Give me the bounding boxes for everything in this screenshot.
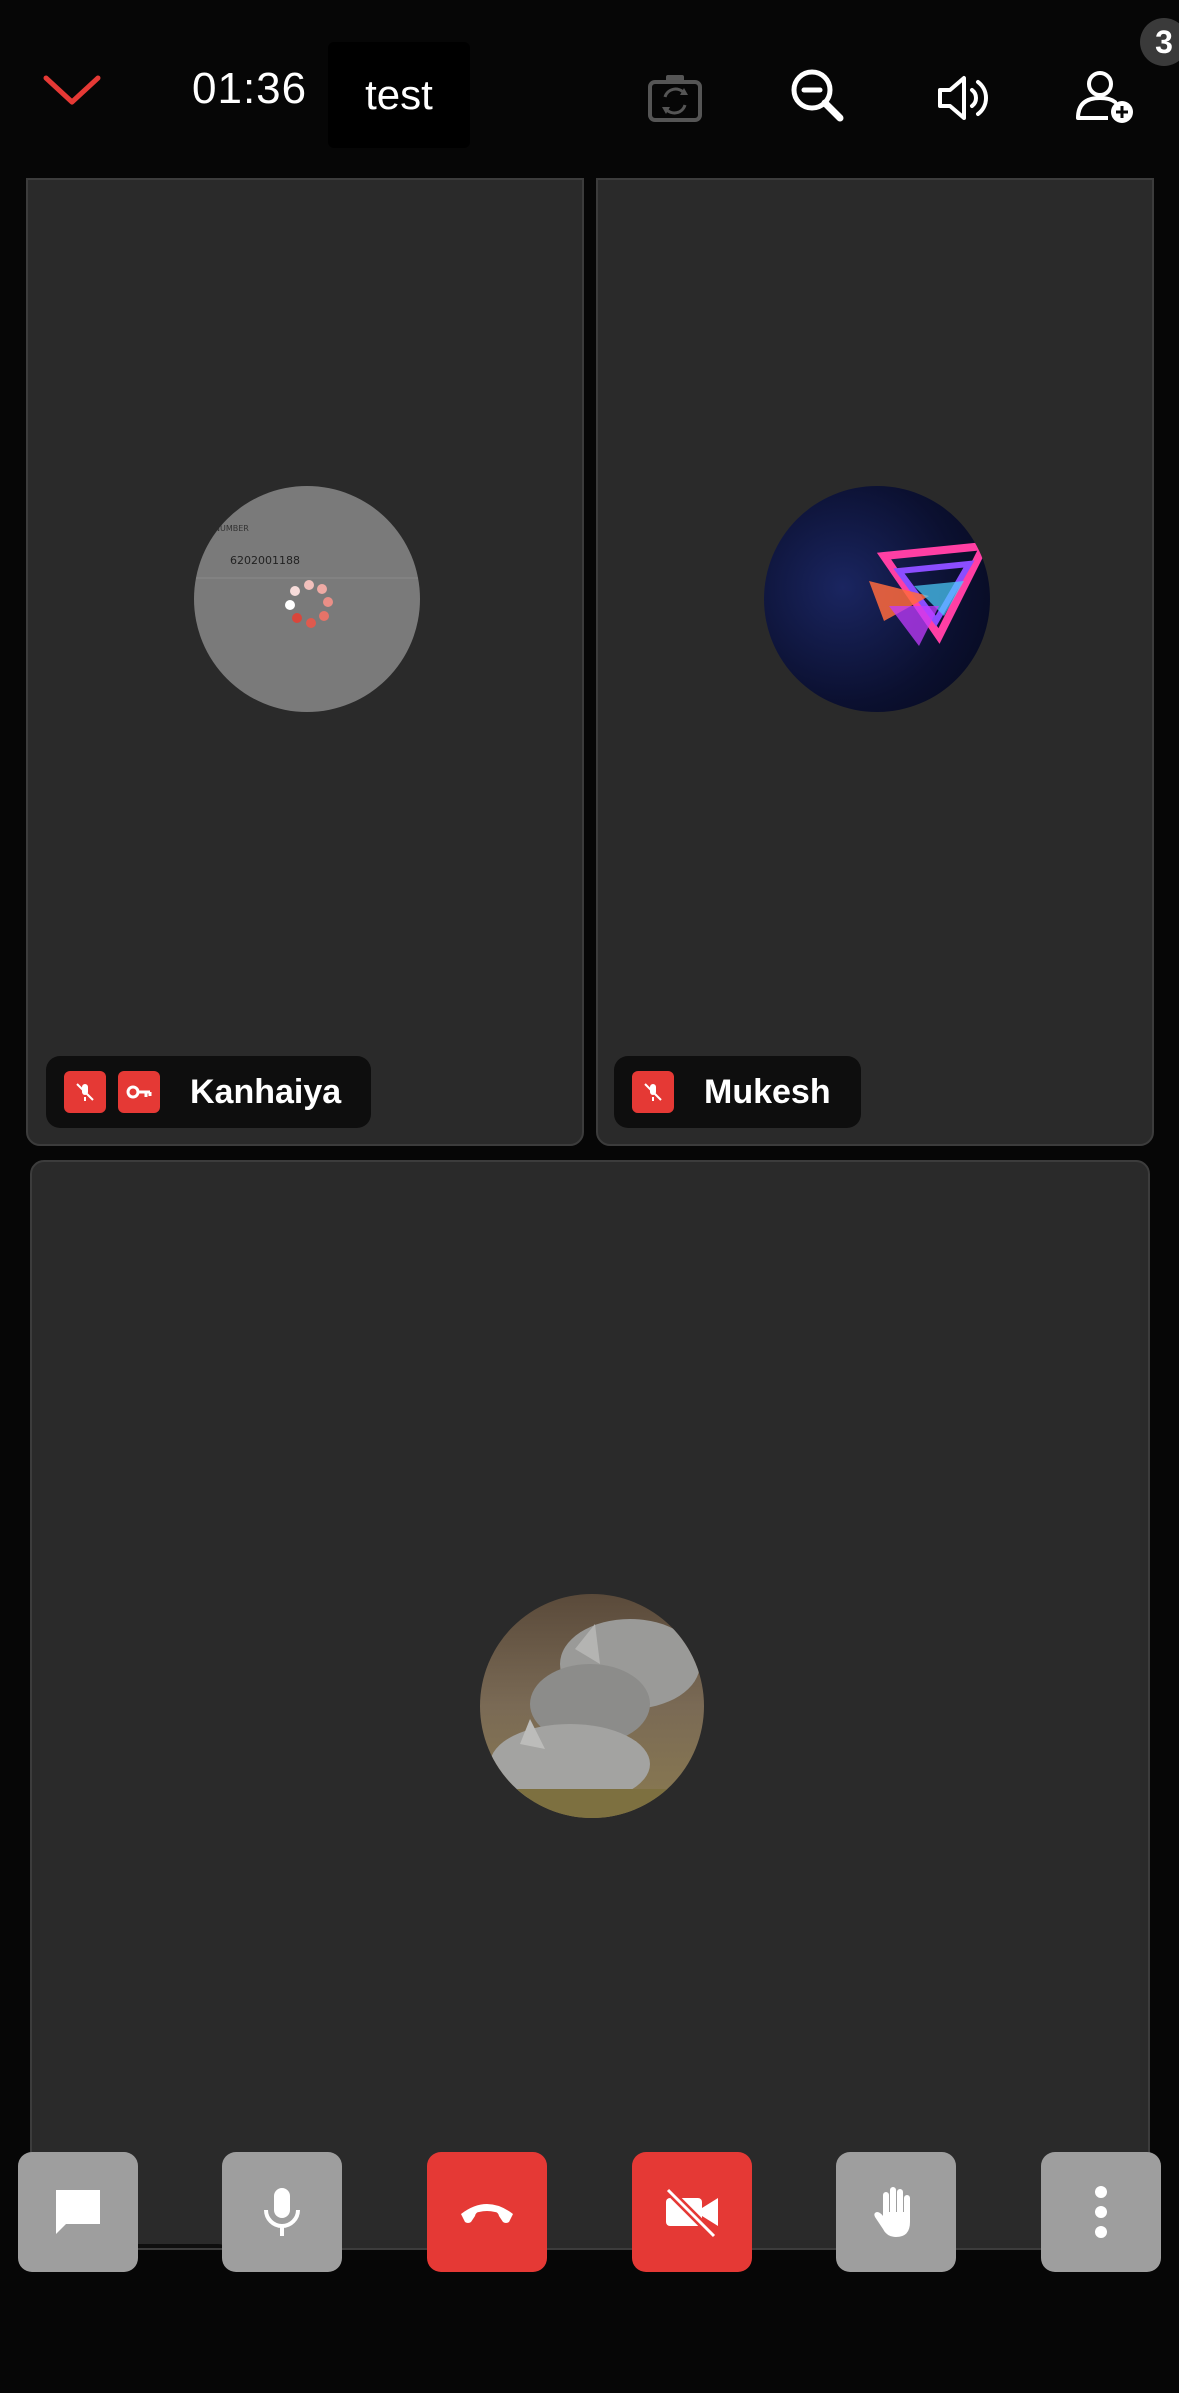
chat-icon bbox=[56, 2190, 100, 2234]
zoom-out-icon[interactable] bbox=[782, 62, 854, 134]
key-icon bbox=[118, 1071, 160, 1113]
camera-toggle-button[interactable] bbox=[632, 2152, 752, 2272]
more-options-icon bbox=[1095, 2186, 1107, 2238]
avatar-text-number: 6202001188 bbox=[230, 554, 300, 567]
participant-tile[interactable]: NUMBER 6202001188 Kanhaiya bbox=[26, 178, 584, 1146]
participant-tile[interactable]: Mukesh bbox=[596, 178, 1154, 1146]
participant-name: Mukesh bbox=[704, 1072, 831, 1111]
participant-count: 3 bbox=[1155, 23, 1173, 60]
participant-tile[interactable]: mansi bbox=[30, 1160, 1150, 2250]
participant-name-chip: Mukesh bbox=[614, 1056, 861, 1128]
loading-spinner-icon bbox=[282, 578, 336, 632]
participant-name-chip: Kanhaiya bbox=[46, 1056, 372, 1128]
participant-count-badge: 3 bbox=[1140, 18, 1179, 66]
call-timer: 01:36 bbox=[192, 64, 308, 113]
meeting-title: test bbox=[328, 42, 470, 148]
mic-muted-icon bbox=[632, 1071, 674, 1113]
avatar bbox=[480, 1594, 704, 1818]
more-options-button[interactable] bbox=[1041, 2152, 1161, 2272]
camera-off-icon bbox=[665, 2187, 718, 2239]
raise-hand-icon bbox=[874, 2187, 910, 2237]
chat-button[interactable] bbox=[18, 2152, 138, 2272]
switch-camera-icon[interactable] bbox=[640, 62, 712, 134]
microphone-icon bbox=[264, 2188, 300, 2236]
speaker-icon[interactable] bbox=[928, 62, 1000, 134]
avatar bbox=[764, 486, 990, 712]
participant-name: Kanhaiya bbox=[190, 1072, 342, 1111]
microphone-button[interactable] bbox=[222, 2152, 342, 2272]
avatar: NUMBER 6202001188 bbox=[194, 486, 420, 712]
raise-hand-button[interactable] bbox=[836, 2152, 956, 2272]
add-participant-icon[interactable] bbox=[1070, 62, 1142, 134]
meeting-title-text: test bbox=[365, 71, 433, 118]
end-call-icon bbox=[461, 2204, 513, 2223]
mic-muted-icon bbox=[64, 1071, 106, 1113]
end-call-button[interactable] bbox=[427, 2152, 547, 2272]
chevron-down-icon[interactable] bbox=[40, 70, 104, 110]
avatar-text-label: NUMBER bbox=[214, 524, 249, 533]
